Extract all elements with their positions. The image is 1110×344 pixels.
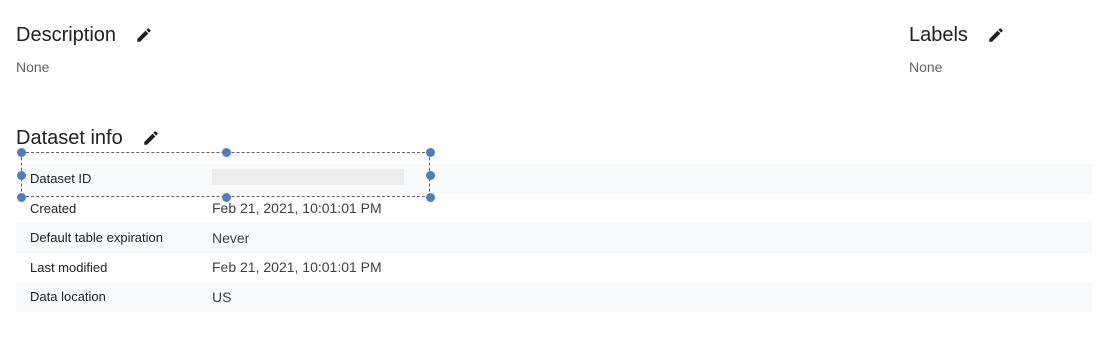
redacted-value — [212, 169, 404, 186]
pencil-icon — [989, 28, 1003, 42]
description-title: Description — [16, 24, 117, 46]
default-table-expiration-label: Default table expiration — [30, 230, 163, 246]
resize-handle-bottom-right[interactable] — [425, 192, 435, 202]
default-table-expiration-value: Never — [212, 229, 250, 246]
data-location-label: Data location — [30, 289, 106, 305]
labels-header: Labels — [909, 23, 1008, 47]
table-row: Last modified Feb 21, 2021, 10:01:01 PM — [16, 253, 1092, 283]
description-value: None — [16, 59, 50, 75]
last-modified-value: Feb 21, 2021, 10:01:01 PM — [212, 259, 382, 276]
table-row: Dataset ID — [16, 164, 1092, 194]
pencil-icon — [143, 131, 158, 145]
resize-handle-right[interactable] — [425, 170, 435, 180]
labels-value: None — [909, 59, 943, 75]
table-row: Default table expiration Never — [16, 223, 1092, 253]
created-label: Created — [30, 200, 77, 216]
dataset-id-label: Dataset ID — [30, 171, 92, 187]
resize-handle-top-right[interactable] — [425, 147, 435, 157]
dataset-id-value — [212, 169, 404, 188]
edit-description-button[interactable] — [132, 23, 156, 47]
dataset-info-header: Dataset info — [16, 126, 163, 150]
created-value: Feb 21, 2021, 10:01:01 PM — [212, 200, 382, 217]
labels-title: Labels — [909, 24, 968, 46]
pencil-icon — [137, 28, 151, 42]
resize-handle-top-left[interactable] — [16, 147, 26, 157]
dataset-details-page: Description None Labels None Dataset inf… — [0, 0, 1110, 344]
description-header: Description — [16, 23, 156, 47]
edit-labels-button[interactable] — [984, 23, 1008, 47]
edit-dataset-info-button[interactable] — [139, 126, 163, 150]
resize-handle-bottom-left[interactable] — [16, 192, 26, 202]
dataset-info-title: Dataset info — [16, 127, 123, 149]
table-row: Created Feb 21, 2021, 10:01:01 PM — [16, 194, 1092, 224]
resize-handle-bottom[interactable] — [221, 192, 231, 202]
dataset-info-table: Dataset ID Created Feb 21, 2021, 10:01:0… — [16, 164, 1092, 312]
last-modified-label: Last modified — [30, 259, 108, 275]
resize-handle-left[interactable] — [16, 170, 26, 180]
table-row: Data location US — [16, 282, 1092, 312]
resize-handle-top[interactable] — [221, 147, 231, 157]
data-location-value: US — [212, 288, 232, 305]
